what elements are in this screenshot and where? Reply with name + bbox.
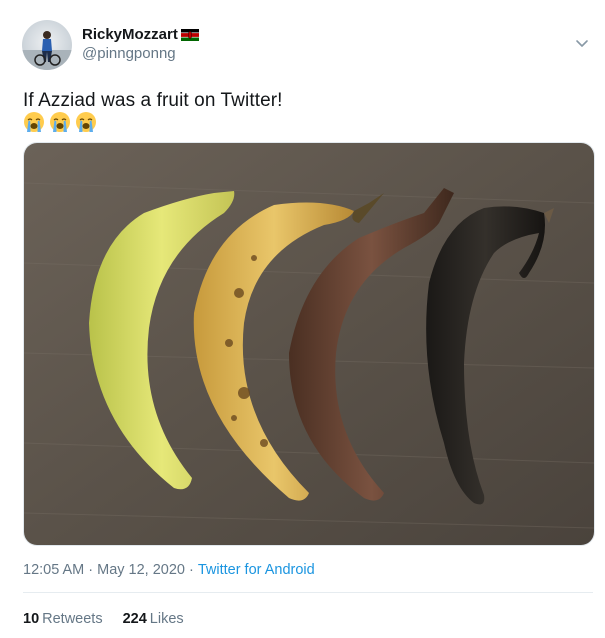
meta-separator: · <box>88 562 94 578</box>
retweets-stat[interactable]: 10 Retweets <box>23 611 103 627</box>
loudly-crying-face-icon <box>50 112 70 132</box>
author-display-name[interactable]: RickyMozzart <box>82 26 178 43</box>
author-name-row[interactable]: RickyMozzart <box>82 26 199 43</box>
avatar-image <box>22 31 72 70</box>
author-handle[interactable]: @pinngponng <box>82 45 176 62</box>
likes-count: 224 <box>122 611 147 627</box>
tweet-source-link[interactable]: Twitter for Android <box>198 562 315 578</box>
loudly-crying-face-icon <box>24 112 44 132</box>
avatar[interactable] <box>22 20 72 70</box>
loudly-crying-face-icon <box>76 112 96 132</box>
tweet-media-photo[interactable] <box>23 142 595 546</box>
tweet-time[interactable]: 12:05 AM <box>23 562 84 578</box>
tweet-date[interactable]: May 12, 2020 <box>97 562 185 578</box>
emoji-row <box>22 110 98 134</box>
likes-stat[interactable]: 224 Likes <box>123 611 184 627</box>
tweet-text: If Azziad was a fruit on Twitter! <box>23 90 283 111</box>
likes-label: Likes <box>149 611 184 627</box>
kenya-flag-icon <box>180 28 199 41</box>
meta-separator: · <box>188 562 194 578</box>
bananas-photo <box>24 143 594 545</box>
chevron-down-icon[interactable] <box>575 36 589 50</box>
tweet-meta: 12:05 AM · May 12, 2020 · Twitter for An… <box>23 562 315 578</box>
tweet-stats: 10 Retweets 224 Likes <box>23 611 184 627</box>
divider <box>23 592 593 593</box>
retweets-count: 10 <box>23 611 40 627</box>
retweets-label: Retweets <box>42 611 103 627</box>
